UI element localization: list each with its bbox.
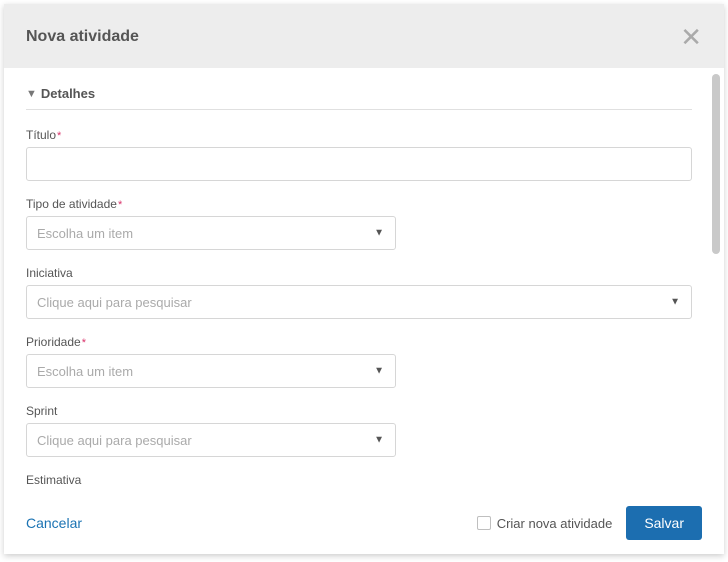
chevron-down-icon: ▼ [26, 88, 37, 100]
select-tipo-atividade[interactable]: Escolha um item ▼ [26, 216, 396, 250]
required-mark: * [118, 199, 122, 211]
field-titulo: Título* [26, 126, 692, 181]
select-prioridade-placeholder: Escolha um item [26, 354, 396, 388]
field-prioridade: Prioridade* Escolha um item ▼ [26, 333, 692, 388]
required-mark: * [57, 130, 61, 142]
field-sprint: Sprint Clique aqui para pesquisar ▼ [26, 402, 692, 457]
section-title: Detalhes [41, 86, 95, 101]
required-mark: * [82, 337, 86, 349]
modal-body: ▼ Detalhes Título* Tipo de atividade* Es… [4, 68, 724, 492]
modal-title: Nova atividade [26, 28, 139, 46]
close-icon[interactable]: ✕ [680, 24, 702, 50]
modal-footer: Cancelar Criar nova atividade Salvar [4, 492, 724, 554]
scrollbar-thumb[interactable] [712, 74, 720, 254]
label-tipo: Tipo de atividade [26, 197, 117, 211]
input-titulo[interactable] [26, 147, 692, 181]
field-tipo-atividade: Tipo de atividade* Escolha um item ▼ [26, 195, 692, 250]
label-estimativa: Estimativa [26, 473, 81, 487]
checkbox-criar-nova[interactable]: Criar nova atividade [477, 516, 613, 531]
field-iniciativa: Iniciativa Clique aqui para pesquisar ▼ [26, 264, 692, 319]
checkbox-label: Criar nova atividade [497, 516, 613, 531]
select-prioridade[interactable]: Escolha um item ▼ [26, 354, 396, 388]
label-iniciativa: Iniciativa [26, 266, 73, 280]
save-button[interactable]: Salvar [626, 506, 702, 540]
modal-dialog: Nova atividade ✕ ▼ Detalhes Título* Tipo… [4, 4, 724, 554]
label-prioridade: Prioridade [26, 335, 81, 349]
checkbox-box[interactable] [477, 516, 491, 530]
section-header-detalhes[interactable]: ▼ Detalhes [26, 86, 692, 110]
label-sprint: Sprint [26, 404, 57, 418]
select-iniciativa[interactable]: Clique aqui para pesquisar ▼ [26, 285, 692, 319]
footer-right: Criar nova atividade Salvar [477, 506, 702, 540]
select-sprint[interactable]: Clique aqui para pesquisar ▼ [26, 423, 396, 457]
select-sprint-placeholder: Clique aqui para pesquisar [26, 423, 396, 457]
cancel-button[interactable]: Cancelar [26, 515, 82, 531]
select-iniciativa-placeholder: Clique aqui para pesquisar [26, 285, 692, 319]
field-estimativa: Estimativa [26, 471, 692, 492]
modal-header: Nova atividade ✕ [4, 4, 724, 68]
select-tipo-placeholder: Escolha um item [26, 216, 396, 250]
label-titulo: Título [26, 128, 56, 142]
